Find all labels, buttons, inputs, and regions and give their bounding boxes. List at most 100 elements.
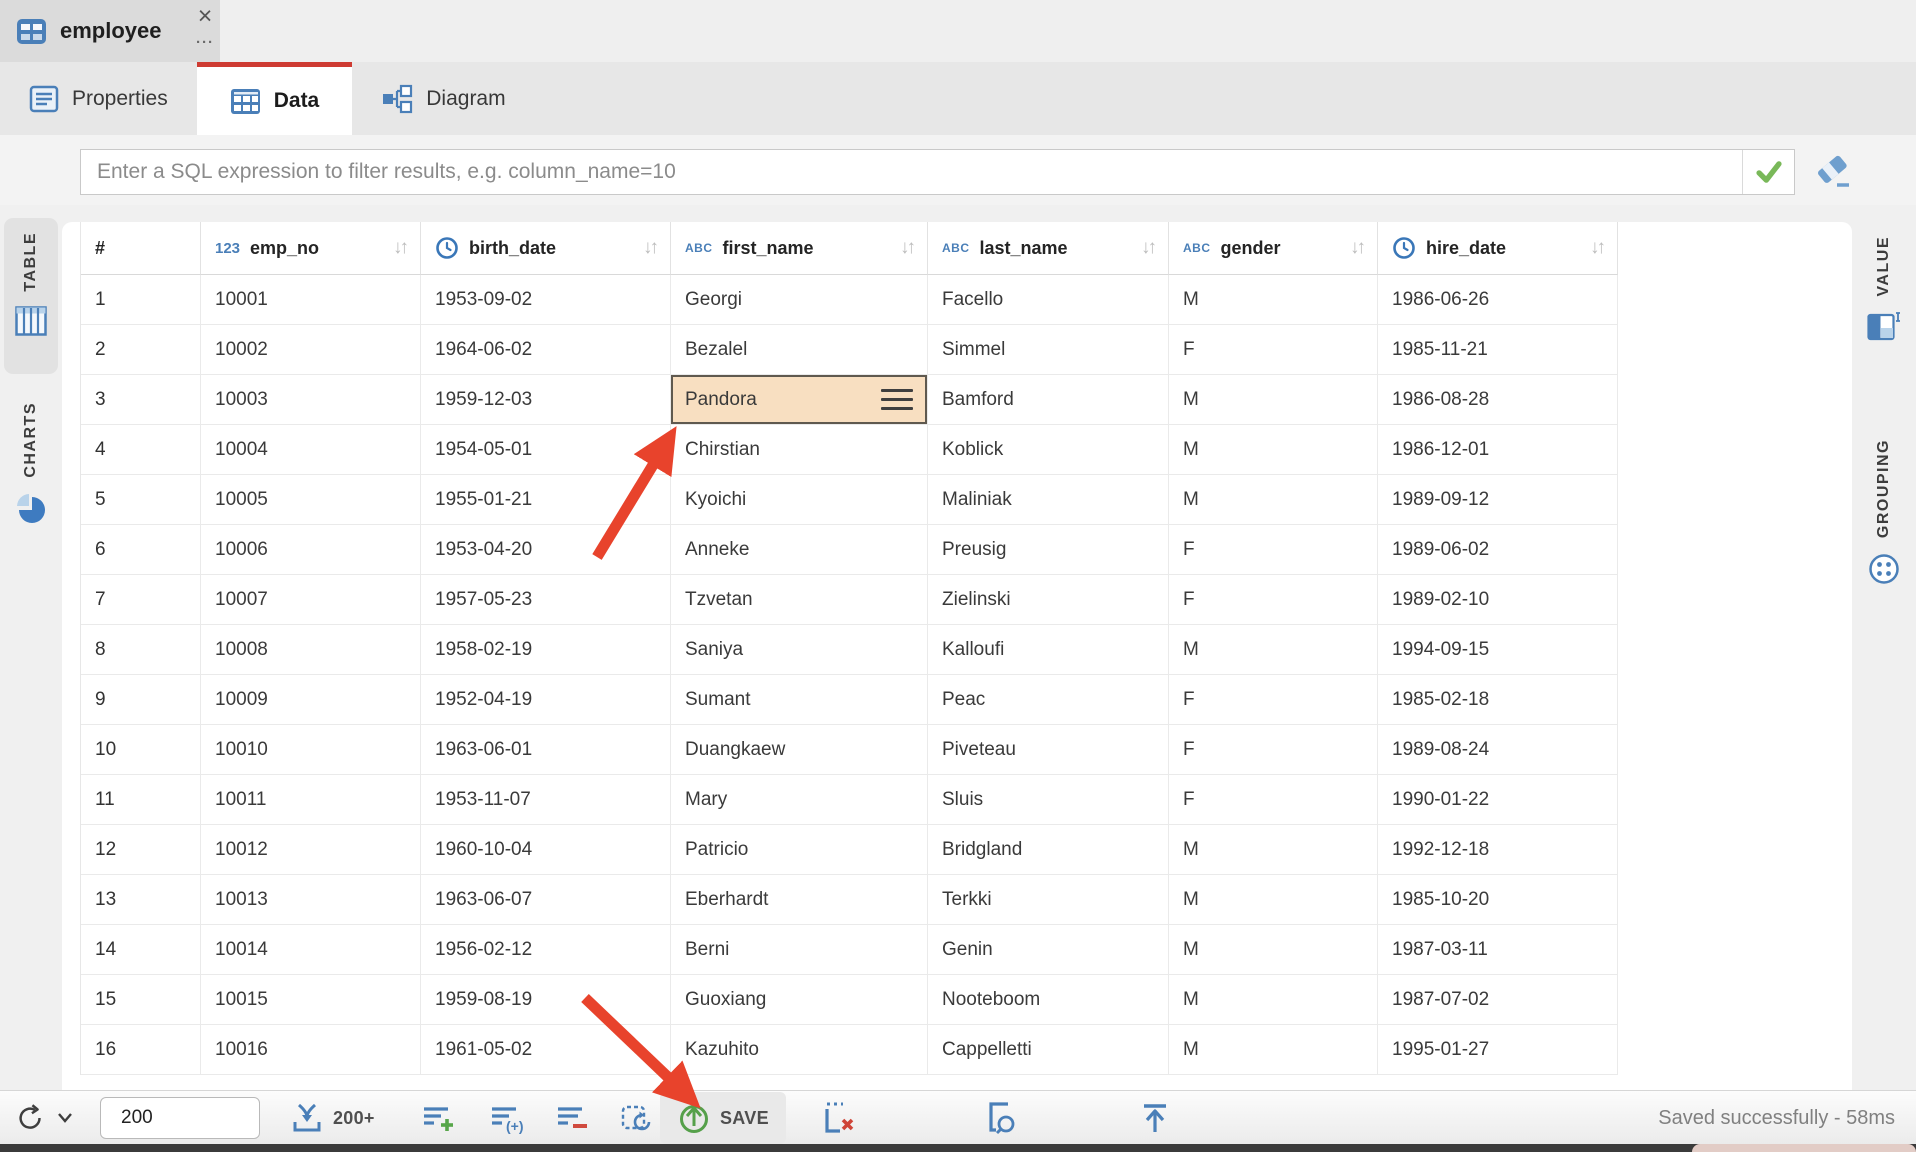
data-cell[interactable]: 1956-02-12: [421, 925, 671, 975]
add-row-button[interactable]: [420, 1091, 456, 1145]
row-number-cell[interactable]: 1: [81, 275, 201, 325]
data-cell[interactable]: 1952-04-19: [421, 675, 671, 725]
clear-filter-button[interactable]: [1812, 149, 1856, 195]
data-cell[interactable]: 1957-05-23: [421, 575, 671, 625]
data-cell[interactable]: Nooteboom: [928, 975, 1169, 1025]
data-cell[interactable]: 1994-09-15: [1378, 625, 1618, 675]
data-cell[interactable]: 1960-10-04: [421, 825, 671, 875]
data-cell[interactable]: Piveteau: [928, 725, 1169, 775]
data-cell[interactable]: Sumant: [671, 675, 928, 725]
delete-row-button[interactable]: [554, 1091, 590, 1145]
save-button[interactable]: SAVE: [660, 1091, 786, 1145]
data-cell[interactable]: 1959-08-19: [421, 975, 671, 1025]
data-cell[interactable]: Patricio: [671, 825, 928, 875]
apply-filter-button[interactable]: [1742, 150, 1794, 194]
tab-diagram[interactable]: Diagram: [352, 62, 534, 135]
column-header-last-name[interactable]: ABC last_name ↓↑: [928, 222, 1169, 275]
script-button[interactable]: [982, 1091, 1020, 1145]
data-cell[interactable]: 10010: [201, 725, 421, 775]
data-cell[interactable]: M: [1169, 425, 1378, 475]
data-cell[interactable]: 1964-06-02: [421, 325, 671, 375]
data-cell[interactable]: Duangkaew: [671, 725, 928, 775]
data-cell[interactable]: Preusig: [928, 525, 1169, 575]
sql-filter-input[interactable]: [81, 150, 1742, 194]
data-cell[interactable]: 10006: [201, 525, 421, 575]
data-cell[interactable]: Maliniak: [928, 475, 1169, 525]
data-cell[interactable]: 10009: [201, 675, 421, 725]
fetch-more-button[interactable]: 200+: [290, 1091, 375, 1145]
data-cell[interactable]: 1986-08-28: [1378, 375, 1618, 425]
column-header-birth-date[interactable]: birth_date ↓↑: [421, 222, 671, 275]
row-number-cell[interactable]: 9: [81, 675, 201, 725]
row-number-cell[interactable]: 4: [81, 425, 201, 475]
data-cell[interactable]: Bamford: [928, 375, 1169, 425]
row-number-cell[interactable]: 6: [81, 525, 201, 575]
sidebar-tab-charts[interactable]: CHARTS: [4, 388, 58, 566]
data-cell[interactable]: 1985-02-18: [1378, 675, 1618, 725]
data-cell[interactable]: 1989-06-02: [1378, 525, 1618, 575]
data-cell[interactable]: 10007: [201, 575, 421, 625]
data-cell[interactable]: 1953-04-20: [421, 525, 671, 575]
data-cell[interactable]: 1989-02-10: [1378, 575, 1618, 625]
data-cell[interactable]: Kalloufi: [928, 625, 1169, 675]
data-cell[interactable]: M: [1169, 975, 1378, 1025]
data-cell[interactable]: Zielinski: [928, 575, 1169, 625]
data-cell[interactable]: 1987-03-11: [1378, 925, 1618, 975]
data-cell[interactable]: Chirstian: [671, 425, 928, 475]
data-cell[interactable]: 1989-09-12: [1378, 475, 1618, 525]
auto-refresh-button[interactable]: [618, 1091, 654, 1145]
sidebar-tab-table[interactable]: TABLE: [4, 218, 58, 374]
data-cell[interactable]: F: [1169, 725, 1378, 775]
sidebar-tab-grouping[interactable]: GROUPING: [1856, 425, 1912, 615]
data-cell[interactable]: F: [1169, 775, 1378, 825]
data-cell[interactable]: 1992-12-18: [1378, 825, 1618, 875]
data-cell[interactable]: F: [1169, 575, 1378, 625]
row-number-cell[interactable]: 10: [81, 725, 201, 775]
data-cell[interactable]: Koblick: [928, 425, 1169, 475]
row-number-cell[interactable]: 5: [81, 475, 201, 525]
data-cell[interactable]: M: [1169, 275, 1378, 325]
data-cell[interactable]: 1961-05-02: [421, 1025, 671, 1075]
data-cell[interactable]: M: [1169, 375, 1378, 425]
tab-data[interactable]: Data: [197, 62, 353, 135]
data-cell[interactable]: 10014: [201, 925, 421, 975]
data-cell[interactable]: Kyoichi: [671, 475, 928, 525]
data-cell[interactable]: Mary: [671, 775, 928, 825]
data-cell[interactable]: Sluis: [928, 775, 1169, 825]
data-cell[interactable]: 10008: [201, 625, 421, 675]
data-cell[interactable]: Eberhardt: [671, 875, 928, 925]
data-cell[interactable]: Saniya: [671, 625, 928, 675]
data-cell[interactable]: Peac: [928, 675, 1169, 725]
data-cell[interactable]: 1986-12-01: [1378, 425, 1618, 475]
data-cell[interactable]: Bridgland: [928, 825, 1169, 875]
data-cell[interactable]: 10011: [201, 775, 421, 825]
data-cell[interactable]: Georgi: [671, 275, 928, 325]
data-cell[interactable]: 1986-06-26: [1378, 275, 1618, 325]
data-cell[interactable]: 10016: [201, 1025, 421, 1075]
row-number-cell[interactable]: 11: [81, 775, 201, 825]
data-cell[interactable]: M: [1169, 925, 1378, 975]
row-number-cell[interactable]: 2: [81, 325, 201, 375]
data-cell[interactable]: Guoxiang: [671, 975, 928, 1025]
sort-icon[interactable]: ↓↑: [643, 237, 656, 259]
data-cell[interactable]: M: [1169, 1025, 1378, 1075]
data-cell[interactable]: Kazuhito: [671, 1025, 928, 1075]
close-icon[interactable]: ×: [192, 1, 218, 31]
tab-overflow-icon[interactable]: ···: [190, 30, 220, 56]
column-header-emp-no[interactable]: 123 emp_no ↓↑: [201, 222, 421, 275]
data-cell[interactable]: 1985-10-20: [1378, 875, 1618, 925]
data-cell[interactable]: Bezalel: [671, 325, 928, 375]
row-number-cell[interactable]: 3: [81, 375, 201, 425]
tab-properties[interactable]: Properties: [0, 62, 197, 135]
refresh-button[interactable]: [14, 1091, 73, 1145]
row-number-cell[interactable]: 8: [81, 625, 201, 675]
row-number-cell[interactable]: 15: [81, 975, 201, 1025]
data-cell[interactable]: 10015: [201, 975, 421, 1025]
data-cell[interactable]: 10012: [201, 825, 421, 875]
row-number-cell[interactable]: 14: [81, 925, 201, 975]
data-cell[interactable]: 1990-01-22: [1378, 775, 1618, 825]
data-cell[interactable]: 10003: [201, 375, 421, 425]
data-cell[interactable]: 1985-11-21: [1378, 325, 1618, 375]
data-cell[interactable]: Cappelletti: [928, 1025, 1169, 1075]
data-cell[interactable]: 1958-02-19: [421, 625, 671, 675]
